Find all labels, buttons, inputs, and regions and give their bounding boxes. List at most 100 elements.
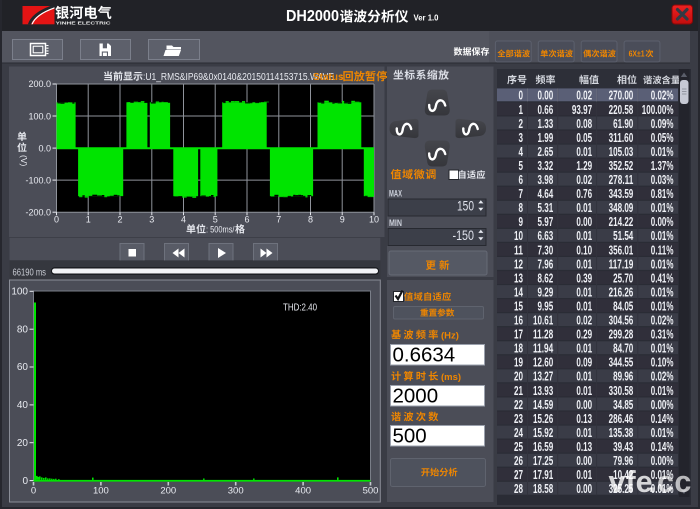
svg-text:270.00: 270.00 bbox=[609, 89, 634, 103]
svg-text:4: 4 bbox=[519, 145, 524, 159]
svg-text:6: 6 bbox=[244, 215, 249, 225]
svg-text:0.01: 0.01 bbox=[576, 201, 592, 215]
svg-text:60: 60 bbox=[17, 362, 29, 373]
svg-text:0.02%: 0.02% bbox=[651, 89, 674, 103]
svg-text:8: 8 bbox=[519, 201, 524, 215]
svg-text:0.66: 0.66 bbox=[538, 103, 554, 117]
svg-text:2: 2 bbox=[519, 117, 524, 131]
svg-text:5.31: 5.31 bbox=[538, 201, 554, 215]
svg-text:9.29: 9.29 bbox=[538, 285, 554, 299]
svg-text:0.11%: 0.11% bbox=[651, 243, 674, 257]
svg-text:16.59: 16.59 bbox=[533, 440, 553, 454]
svg-text:0.01%: 0.01% bbox=[651, 145, 674, 159]
svg-text:22: 22 bbox=[514, 398, 523, 412]
svg-text:21: 21 bbox=[514, 384, 523, 398]
svg-text:500: 500 bbox=[393, 425, 427, 448]
svg-text:6: 6 bbox=[519, 173, 524, 187]
svg-text:84.05: 84.05 bbox=[613, 299, 633, 313]
svg-text:0.13: 0.13 bbox=[576, 412, 592, 426]
svg-text:61.90: 61.90 bbox=[613, 117, 633, 131]
svg-text:Ver 1.0: Ver 1.0 bbox=[414, 13, 439, 23]
svg-text:214.22: 214.22 bbox=[609, 215, 634, 229]
svg-text:0.01: 0.01 bbox=[576, 145, 592, 159]
svg-text:51.54: 51.54 bbox=[613, 229, 633, 243]
svg-text:0.13: 0.13 bbox=[576, 440, 592, 454]
svg-text:0.02: 0.02 bbox=[576, 89, 592, 103]
svg-text:352.52: 352.52 bbox=[609, 159, 634, 173]
svg-text:300: 300 bbox=[228, 486, 244, 497]
svg-text:0.01%: 0.01% bbox=[651, 285, 674, 299]
svg-text:3: 3 bbox=[519, 131, 524, 145]
svg-text:0: 0 bbox=[22, 476, 28, 487]
svg-text:(ms): (ms) bbox=[441, 372, 461, 383]
svg-text:3.32: 3.32 bbox=[538, 159, 554, 173]
svg-text:24: 24 bbox=[514, 426, 523, 440]
svg-text:3: 3 bbox=[149, 215, 154, 225]
svg-text:0.00: 0.00 bbox=[576, 398, 592, 412]
svg-text:0.02: 0.02 bbox=[576, 173, 592, 187]
svg-text:0.01: 0.01 bbox=[576, 370, 592, 384]
svg-text:200: 200 bbox=[160, 486, 176, 497]
svg-text:0.31%: 0.31% bbox=[651, 328, 674, 342]
svg-text:0.08: 0.08 bbox=[576, 117, 592, 131]
svg-text:DH2000: DH2000 bbox=[286, 8, 339, 25]
svg-text:(V): (V) bbox=[19, 155, 29, 167]
svg-text:19: 19 bbox=[514, 356, 523, 370]
svg-text:17.91: 17.91 bbox=[533, 468, 553, 482]
svg-text:0.01%: 0.01% bbox=[651, 342, 674, 356]
svg-text:11.28: 11.28 bbox=[533, 328, 553, 342]
svg-text:25: 25 bbox=[514, 440, 523, 454]
svg-text:13.27: 13.27 bbox=[533, 370, 553, 384]
svg-text:0.01: 0.01 bbox=[576, 342, 592, 356]
svg-text:18.58: 18.58 bbox=[533, 482, 553, 496]
svg-text:12.60: 12.60 bbox=[533, 356, 553, 370]
svg-text:93.97: 93.97 bbox=[572, 103, 592, 117]
svg-text:0.10%: 0.10% bbox=[651, 356, 674, 370]
svg-text:15.26: 15.26 bbox=[533, 412, 553, 426]
svg-text:9.95: 9.95 bbox=[538, 299, 554, 313]
svg-text:0.01%: 0.01% bbox=[651, 384, 674, 398]
svg-text:100.0: 100.0 bbox=[28, 111, 51, 121]
svg-text:26: 26 bbox=[514, 454, 523, 468]
svg-text:0.41%: 0.41% bbox=[651, 271, 674, 285]
svg-text:20: 20 bbox=[514, 370, 523, 384]
svg-text:286.46: 286.46 bbox=[609, 412, 634, 426]
svg-text:0.09%: 0.09% bbox=[651, 117, 674, 131]
svg-text:34.85: 34.85 bbox=[613, 398, 633, 412]
svg-text:13.93: 13.93 bbox=[533, 384, 553, 398]
svg-text:0.01: 0.01 bbox=[576, 426, 592, 440]
svg-text:216.26: 216.26 bbox=[609, 285, 634, 299]
svg-text:.cc: .cc bbox=[648, 465, 692, 499]
svg-text:7.30: 7.30 bbox=[538, 243, 554, 257]
svg-text:0.00: 0.00 bbox=[576, 482, 592, 496]
svg-text:0.01: 0.01 bbox=[576, 384, 592, 398]
svg-text:16: 16 bbox=[514, 314, 523, 328]
svg-text:0.05%: 0.05% bbox=[651, 131, 674, 145]
svg-text:0.02%: 0.02% bbox=[651, 370, 674, 384]
svg-text:20: 20 bbox=[17, 438, 29, 449]
svg-text:311.60: 311.60 bbox=[609, 131, 634, 145]
svg-text:27: 27 bbox=[514, 468, 523, 482]
svg-text:14: 14 bbox=[514, 285, 523, 299]
svg-text:0.01: 0.01 bbox=[576, 468, 592, 482]
svg-text:2: 2 bbox=[117, 215, 122, 225]
svg-text::U1_RMS&IP69&0x0140&2015011415: :U1_RMS&IP69&0x0140&20150114153715.WAVE bbox=[143, 72, 334, 83]
svg-text:0.00: 0.00 bbox=[538, 89, 554, 103]
svg-text:15: 15 bbox=[514, 299, 523, 313]
svg-text:0.0: 0.0 bbox=[38, 143, 51, 153]
svg-text:0.14%: 0.14% bbox=[651, 440, 674, 454]
svg-text:500: 500 bbox=[363, 486, 379, 497]
svg-text:100.00%: 100.00% bbox=[642, 103, 674, 117]
svg-text:117.19: 117.19 bbox=[609, 257, 634, 271]
svg-text:105.03: 105.03 bbox=[609, 145, 634, 159]
svg-text:220.58: 220.58 bbox=[609, 103, 634, 117]
svg-text:0.00%: 0.00% bbox=[651, 215, 674, 229]
svg-text:200.0: 200.0 bbox=[28, 79, 51, 89]
svg-text:0.00%: 0.00% bbox=[651, 398, 674, 412]
svg-text:6.63: 6.63 bbox=[538, 229, 554, 243]
svg-text:0.81%: 0.81% bbox=[651, 187, 674, 201]
svg-text:100: 100 bbox=[11, 287, 28, 298]
svg-text:0: 0 bbox=[519, 89, 524, 103]
svg-text:0.09: 0.09 bbox=[576, 356, 592, 370]
svg-text:: 500ms/: : 500ms/ bbox=[206, 225, 235, 236]
